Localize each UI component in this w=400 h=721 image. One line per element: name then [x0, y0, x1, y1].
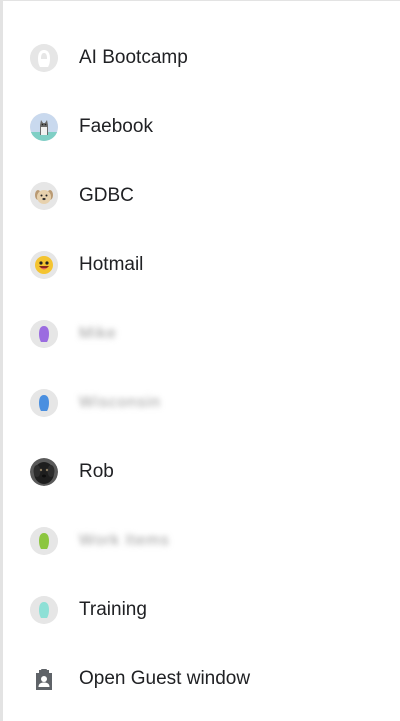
guest-label: Open Guest window: [79, 667, 251, 689]
profile-item-hidden-1[interactable]: Mike: [3, 299, 400, 368]
dog-avatar-icon: [30, 181, 58, 210]
profile-item-hidden-3[interactable]: Work Items: [3, 506, 400, 575]
cat-avatar-icon: [30, 112, 58, 141]
profile-item-ai-bootcamp[interactable]: AI Bootcamp: [3, 23, 400, 92]
purple-avatar-icon: [30, 319, 58, 348]
dog-photo-avatar-icon: [30, 457, 58, 486]
profile-item-faebook[interactable]: Faebook: [3, 92, 400, 161]
profile-item-rob[interactable]: Rob: [3, 437, 400, 506]
profile-label: Wisconsin: [79, 393, 161, 411]
profile-label: Hotmail: [79, 253, 144, 275]
profile-menu-panel: AI Bootcamp Faebook GDBC Hotmail Mike Wi…: [0, 0, 400, 721]
teal-avatar-icon: [30, 595, 58, 624]
profile-label: Training: [79, 598, 147, 620]
profile-item-gdbc[interactable]: GDBC: [3, 161, 400, 230]
profile-list: AI Bootcamp Faebook GDBC Hotmail Mike Wi…: [3, 23, 400, 713]
guest-badge-icon: [30, 665, 58, 693]
default-avatar-icon: [30, 43, 58, 72]
profile-label: AI Bootcamp: [79, 46, 188, 68]
profile-item-hotmail[interactable]: Hotmail: [3, 230, 400, 299]
blue-avatar-icon: [30, 388, 58, 417]
profile-label: GDBC: [79, 184, 134, 206]
emoji-avatar-icon: [30, 250, 58, 279]
profile-label: Work Items: [79, 531, 170, 549]
profile-item-hidden-2[interactable]: Wisconsin: [3, 368, 400, 437]
profile-item-training[interactable]: Training: [3, 575, 400, 644]
profile-label: Mike: [79, 324, 117, 342]
open-guest-window-item[interactable]: Open Guest window: [3, 644, 400, 713]
profile-label: Rob: [79, 460, 114, 482]
profile-label: Faebook: [79, 115, 153, 137]
green-avatar-icon: [30, 526, 58, 555]
